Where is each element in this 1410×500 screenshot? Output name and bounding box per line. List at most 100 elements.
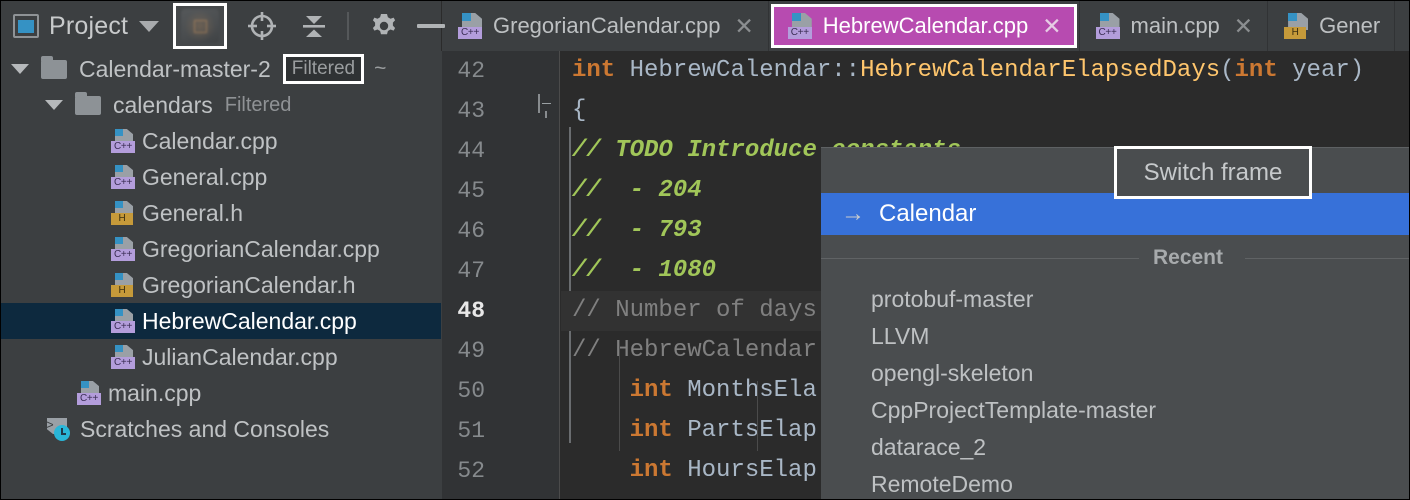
tab-main-cpp[interactable]: C++ main.cpp ✕ [1080, 1, 1269, 51]
project-tree-panel[interactable]: Calendar-master-2 Filtered ~ calendars F… [1, 51, 441, 500]
chevron-expanded-icon[interactable] [11, 64, 29, 74]
cpp-file-icon: C++ [77, 381, 99, 405]
header-file-icon: H [1284, 13, 1308, 39]
line-number-current: 48 [442, 291, 559, 331]
project-toolbar: Project [1, 1, 441, 51]
chevron-expanded-icon[interactable] [45, 100, 63, 110]
popup-recent-item[interactable]: LLVM [821, 318, 1410, 355]
scratches-console-icon: > [45, 417, 71, 441]
tree-node-root[interactable]: Calendar-master-2 Filtered ~ [1, 51, 441, 87]
tree-item-general-cpp[interactable]: C++ General.cpp [1, 159, 441, 195]
close-icon[interactable]: ✕ [734, 15, 753, 38]
indent-guide [619, 341, 620, 451]
identifier-token: PartsElap [673, 417, 817, 444]
popup-section-recent: Recent [821, 235, 1410, 281]
tree-node-calendars[interactable]: calendars Filtered [1, 87, 441, 123]
popup-recent-item[interactable]: opengl-skeleton [821, 355, 1410, 392]
tree-item-general-h[interactable]: H General.h [1, 195, 441, 231]
tree-label: Scratches and Consoles [80, 416, 329, 443]
popup-recent-item[interactable]: CppProjectTemplate-master [821, 392, 1410, 429]
tree-label: General.cpp [142, 164, 267, 191]
param-token: year [1278, 57, 1350, 84]
cpp-file-icon: C++ [111, 129, 133, 153]
tree-label: calendars [113, 92, 213, 119]
close-icon[interactable]: ✕ [1234, 15, 1253, 38]
tree-item-scratches-and-consoles[interactable]: > Scratches and Consoles [1, 411, 441, 447]
keyword-token: int [630, 457, 673, 484]
header-file-icon: H [111, 201, 133, 225]
switch-frame-popup[interactable]: → Calendar Recent protobuf-master LLVM o… [821, 147, 1410, 500]
tree-label: GregorianCalendar.cpp [142, 236, 380, 263]
indent-guide [757, 381, 758, 451]
path-suffix: ~ [374, 57, 386, 81]
selected-toolbar-toggle-button[interactable] [173, 3, 227, 49]
identifier-token: HoursElap [673, 457, 817, 484]
filtered-badge-highlighted: Filtered [283, 54, 364, 84]
line-number: 52 [442, 451, 559, 491]
editor-gutter[interactable]: 42 43 44 45 46 47 48 49 50 51 52 53 54 5… [442, 51, 560, 500]
cpp-file-icon: C++ [1096, 13, 1120, 39]
tab-hebrewcalendar-cpp[interactable]: C++ HebrewCalendar.cpp ✕ [769, 1, 1080, 51]
tree-item-hebrewcalendar-cpp[interactable]: C++ HebrewCalendar.cpp [1, 303, 441, 339]
code-line-42: int HebrewCalendar::HebrewCalendarElapse… [561, 51, 1410, 91]
code-fold-icon[interactable] [538, 95, 555, 117]
header-file-icon: H [111, 273, 133, 297]
tree-item-juliancalendar-cpp[interactable]: C++ JulianCalendar.cpp [1, 339, 441, 375]
line-number: 44 [442, 131, 559, 171]
tree-label: main.cpp [108, 380, 201, 407]
popup-item-label: Calendar [879, 200, 976, 228]
punct-token: ) [1350, 57, 1364, 84]
cpp-file-icon: C++ [111, 309, 133, 333]
popup-recent-item[interactable]: RemoteDemo [821, 466, 1410, 500]
punct-token: ( [1220, 57, 1234, 84]
tab-label: Gener [1319, 13, 1380, 39]
project-tool-title: Project [49, 12, 128, 41]
tree-item-gregoriancalendar-cpp[interactable]: C++ GregorianCalendar.cpp [1, 231, 441, 267]
popup-item-calendar-selected[interactable]: → Calendar [821, 193, 1410, 235]
tree-item-main-cpp[interactable]: C++ main.cpp [1, 375, 441, 411]
tab-label: GregorianCalendar.cpp [493, 13, 720, 39]
toolbar-toggle-icon [181, 9, 219, 43]
keyword-token: int [1235, 57, 1278, 84]
section-label: Recent [1139, 246, 1245, 270]
tab-label: HebrewCalendar.cpp [823, 13, 1028, 39]
cpp-file-icon: C++ [111, 165, 133, 189]
folder-icon [41, 60, 67, 79]
keyword-token: int [630, 417, 673, 444]
tree-label: JulianCalendar.cpp [142, 344, 338, 371]
chevron-down-icon[interactable] [139, 21, 159, 32]
top-bar: Project [1, 1, 1410, 51]
keyword-token: int [630, 377, 673, 404]
collapse-all-icon[interactable] [297, 9, 331, 43]
tree-label: GregorianCalendar.h [142, 272, 356, 299]
keyword-token: int [572, 57, 615, 84]
tree-item-calendar-cpp[interactable]: C++ Calendar.cpp [1, 123, 441, 159]
code-line-43: { [561, 91, 1410, 131]
popup-recent-item[interactable]: protobuf-master [821, 281, 1410, 318]
tab-general-h[interactable]: H Gener [1268, 1, 1395, 51]
ide-window: Project [0, 0, 1410, 500]
line-number: 47 [442, 251, 559, 291]
tree-label: Calendar-master-2 [79, 56, 271, 83]
filtered-label: Filtered [225, 94, 292, 117]
identifier-token: MonthsEla [673, 377, 817, 404]
line-number: 49 [442, 331, 559, 371]
crosshair-target-icon[interactable] [245, 9, 279, 43]
editor-tab-bar: C++ GregorianCalendar.cpp ✕ C++ HebrewCa… [441, 1, 1410, 51]
cpp-file-icon: C++ [111, 237, 133, 261]
tree-item-gregoriancalendar-h[interactable]: H GregorianCalendar.h [1, 267, 441, 303]
tree-label: Calendar.cpp [142, 128, 278, 155]
popup-recent-item[interactable]: datarace_2 [821, 429, 1410, 466]
folder-icon [75, 96, 101, 115]
line-number: 46 [442, 211, 559, 251]
line-number: 51 [442, 411, 559, 451]
line-number: 50 [442, 371, 559, 411]
close-icon[interactable]: ✕ [1042, 15, 1061, 38]
arrow-right-icon: → [841, 202, 865, 226]
section-divider [821, 258, 1410, 259]
gear-icon[interactable] [367, 9, 401, 43]
tab-label: main.cpp [1131, 13, 1220, 39]
tab-gregoriancalendar-cpp[interactable]: C++ GregorianCalendar.cpp ✕ [442, 1, 769, 51]
tree-label: HebrewCalendar.cpp [142, 308, 357, 335]
toolbar-divider [347, 12, 349, 40]
